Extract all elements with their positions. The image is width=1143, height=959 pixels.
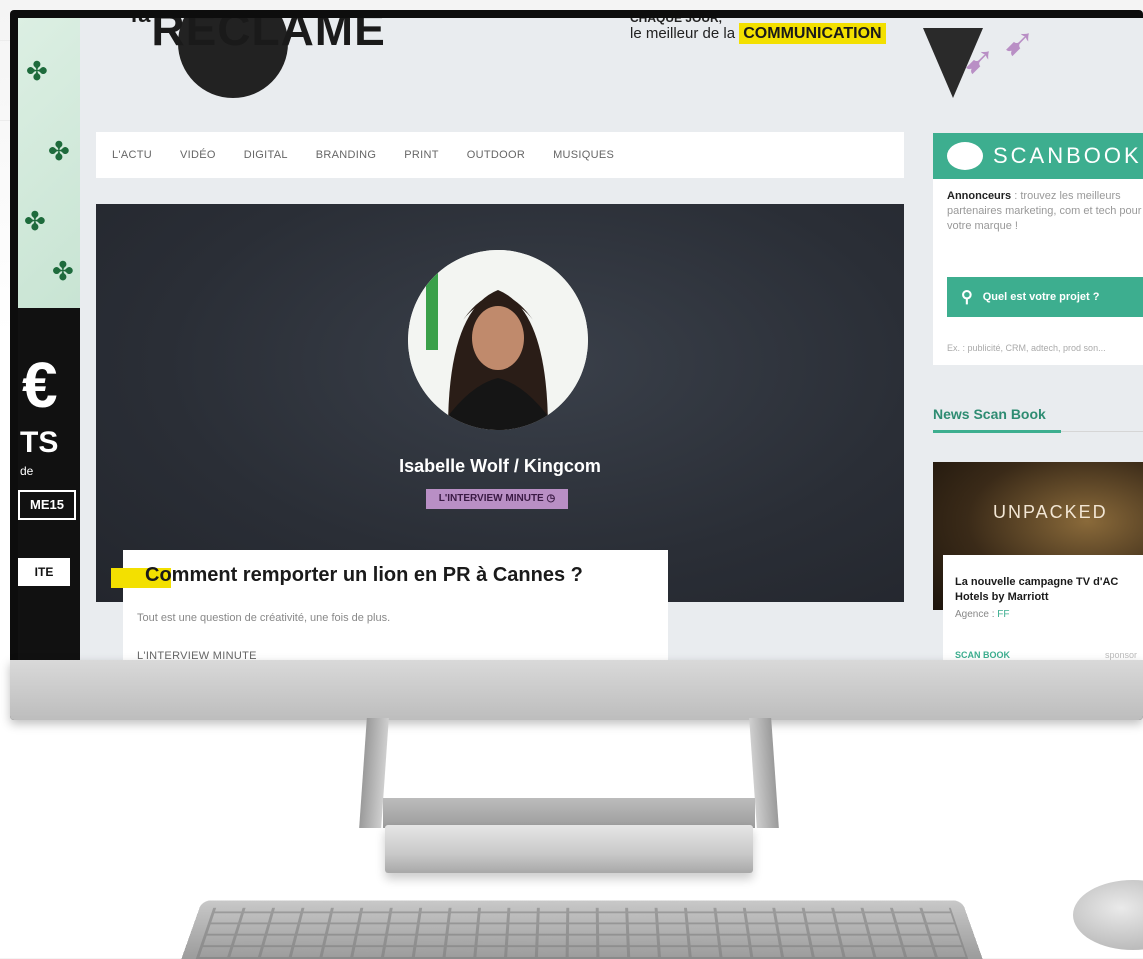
nav-item-digital[interactable]: DIGITAL [244,149,288,161]
ad-text: TS [20,426,59,459]
tagline: CHAQUE JOUR, le meilleur de la COMMUNICA… [630,18,930,44]
left-ad-banner[interactable]: ✤ ✤ ✤ ✤ € TS de ME15 ITE [18,18,80,670]
card-sponsor: sponsor [1105,650,1138,660]
nav-item-print[interactable]: PRINT [404,149,439,161]
logo-text: laRECLAME [131,18,386,56]
hero-banner[interactable]: Isabelle Wolf / Kingcom L'INTERVIEW MINU… [96,204,904,602]
card-image-text: UNPACKED [993,502,1108,522]
bird-icon: ➹ [1003,22,1035,64]
bird-icon: ➹ [963,40,995,82]
monitor-frame: ✤ ✤ ✤ ✤ € TS de ME15 ITE laRECLAME CHAQU… [10,10,1143,720]
logo-la: la [131,18,151,27]
tagline-highlight: COMMUNICATION [739,23,886,44]
logo-reclame: RECLAME [151,18,386,55]
interviewee-photo [408,250,588,430]
interviewee-name: Isabelle Wolf / Kingcom [399,456,601,476]
search-example: Ex. : publicité, CRM, adtech, prod son..… [947,343,1106,353]
ad-euro-sign: € [22,349,58,421]
card-agence: Agence : FF [955,609,1009,620]
card-scanbook-link[interactable]: SCAN BOOK [955,650,1010,660]
clover-icon: ✤ [52,256,74,286]
scanbook-header[interactable]: SCANBOOK [933,133,1143,179]
tagline-line2: le meilleur de la [630,25,736,42]
keyboard [181,900,983,959]
nav-item-musiques[interactable]: MUSIQUES [553,149,614,161]
scanbook-logo-icon [947,142,983,170]
ad-clover-area: ✤ ✤ ✤ ✤ [18,18,80,308]
article-card[interactable]: Comment remporter un lion en PR à Cannes… [111,550,668,670]
nav-item-outdoor[interactable]: OUTDOOR [467,149,525,161]
ad-promo-code: ME15 [18,490,76,520]
monitor-stand [359,718,779,838]
scanbook-box: Annonceurs : trouvez les meilleurs parte… [933,179,1143,365]
news-card[interactable]: La nouvelle campagne TV d'AC Hotels by M… [943,555,1143,670]
news-divider-accent [933,430,1061,433]
search-icon: ⚲ [961,289,973,306]
scanbook-title: SCANBOOK [993,143,1142,168]
monitor-chin [10,660,1143,720]
intro-bold: Annonceurs [947,190,1012,202]
ad-small-text: de [20,464,34,478]
agence-label: Agence : [955,609,998,620]
card-title[interactable]: La nouvelle campagne TV d'AC Hotels by M… [955,575,1143,605]
keyboard-keys [195,907,969,959]
clover-icon: ✤ [48,136,70,166]
nav-item-video[interactable]: VIDÉO [180,149,216,161]
main-nav: L'ACTU VIDÉO DIGITAL BRANDING PRINT OUTD… [96,132,904,178]
nav-item-actu[interactable]: L'ACTU [112,149,152,161]
article-title[interactable]: Comment remporter un lion en PR à Cannes… [145,564,583,587]
site-logo[interactable]: laRECLAME [113,18,443,108]
scanbook-intro: Annonceurs : trouvez les meilleurs parte… [947,189,1143,234]
monitor-base [385,825,753,873]
clover-icon: ✤ [24,206,46,236]
mouse [1073,880,1143,950]
interview-tag-label: L'INTERVIEW MINUTE [438,493,544,504]
ad-cta-button[interactable]: ITE [18,558,70,586]
news-section-title[interactable]: News Scan Book [933,406,1046,422]
article-subtitle: Tout est une question de créativité, une… [137,612,391,624]
clock-icon: ◷ [546,493,556,504]
screen: ✤ ✤ ✤ ✤ € TS de ME15 ITE laRECLAME CHAQU… [18,18,1143,670]
project-search-button[interactable]: ⚲ Quel est votre projet ? [947,277,1143,317]
project-search-label: Quel est votre projet ? [982,291,1100,303]
stand-bridge [383,798,755,828]
interview-tag[interactable]: L'INTERVIEW MINUTE ◷ [426,489,568,509]
agence-value[interactable]: FF [997,609,1009,620]
nav-item-branding[interactable]: BRANDING [316,149,376,161]
clover-icon: ✤ [26,56,48,86]
